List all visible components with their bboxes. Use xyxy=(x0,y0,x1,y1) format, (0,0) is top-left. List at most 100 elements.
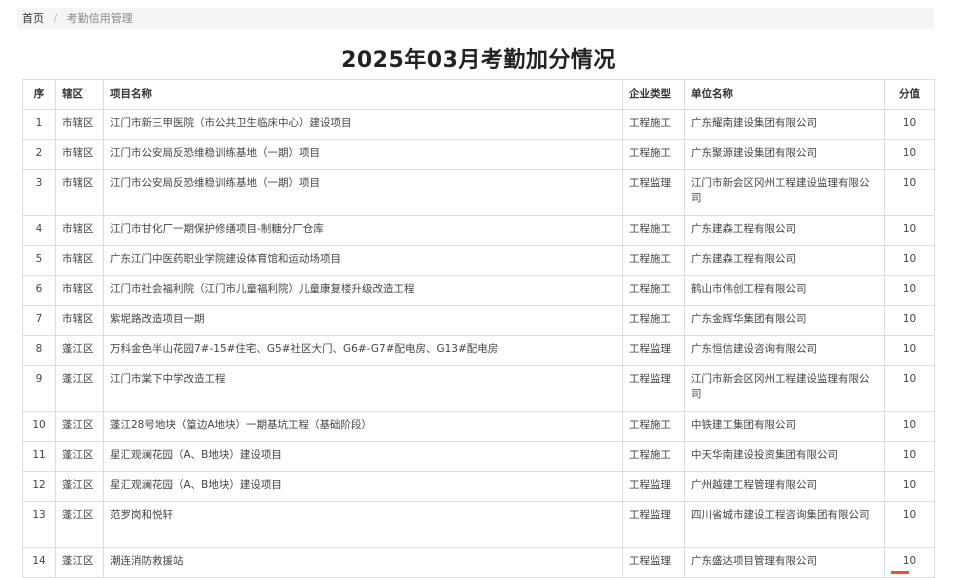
cell-index: 12 xyxy=(23,472,56,502)
cell-index: 6 xyxy=(23,276,56,306)
cell-index: 3 xyxy=(23,170,56,216)
cell-index: 7 xyxy=(23,306,56,336)
cell-company: 江门市新会区冈州工程建设监理有限公司 xyxy=(685,366,885,412)
cell-score: 10 xyxy=(885,472,935,502)
table-row: 9蓬江区江门市棠下中学改造工程工程监理江门市新会区冈州工程建设监理有限公司10 xyxy=(23,366,935,412)
cell-district: 市辖区 xyxy=(56,140,104,170)
cell-score: 10 xyxy=(885,442,935,472)
cell-company: 广州越建工程管理有限公司 xyxy=(685,472,885,502)
cell-company: 广东恒信建设咨询有限公司 xyxy=(685,336,885,366)
cell-project: 江门市公安局反恐维稳训练基地（一期）项目 xyxy=(104,170,623,216)
cell-project: 广东江门中医药职业学院建设体育馆和运动场项目 xyxy=(104,246,623,276)
cell-index: 5 xyxy=(23,246,56,276)
cell-type: 工程施工 xyxy=(623,246,685,276)
cell-company: 鹤山市伟创工程有限公司 xyxy=(685,276,885,306)
table-row: 5市辖区广东江门中医药职业学院建设体育馆和运动场项目工程施工广东建森工程有限公司… xyxy=(23,246,935,276)
cell-district: 蓬江区 xyxy=(56,366,104,412)
table-row: 10蓬江区蓬江28号地块（篁边A地块）一期基坑工程（基础阶段）工程施工中铁建工集… xyxy=(23,412,935,442)
attendance-score-table: 序 辖区 项目名称 企业类型 单位名称 分值 1市辖区江门市新三甲医院（市公共卫… xyxy=(22,79,935,578)
cell-project: 范罗岗和悦轩 xyxy=(104,502,623,548)
cell-project: 江门市甘化厂一期保护修缮项目-制糖分厂仓库 xyxy=(104,216,623,246)
cell-index: 4 xyxy=(23,216,56,246)
cell-project: 江门市公安局反恐维稳训练基地（一期）项目 xyxy=(104,140,623,170)
cell-project: 万科金色半山花园7#-15#住宅、G5#社区大门、G6#-G7#配电房、G13#… xyxy=(104,336,623,366)
cell-score: 10 xyxy=(885,170,935,216)
table-row: 13蓬江区范罗岗和悦轩工程监理四川省城市建设工程咨询集团有限公司10 xyxy=(23,502,935,548)
cell-district: 市辖区 xyxy=(56,110,104,140)
cell-index: 9 xyxy=(23,366,56,412)
header-score: 分值 xyxy=(885,80,935,110)
cell-project: 紫坭路改造项目一期 xyxy=(104,306,623,336)
cell-score: 10 xyxy=(885,110,935,140)
cell-district: 蓬江区 xyxy=(56,336,104,366)
cell-district: 蓬江区 xyxy=(56,442,104,472)
cell-district: 蓬江区 xyxy=(56,412,104,442)
cell-company: 广东建森工程有限公司 xyxy=(685,216,885,246)
header-company: 单位名称 xyxy=(685,80,885,110)
cell-district: 市辖区 xyxy=(56,246,104,276)
cell-score: 10 xyxy=(885,306,935,336)
header-index: 序 xyxy=(23,80,56,110)
cell-district: 市辖区 xyxy=(56,306,104,336)
table-row: 12蓬江区星汇观澜花园（A、B地块）建设项目工程监理广州越建工程管理有限公司10 xyxy=(23,472,935,502)
table-row: 8蓬江区万科金色半山花园7#-15#住宅、G5#社区大门、G6#-G7#配电房、… xyxy=(23,336,935,366)
header-district: 辖区 xyxy=(56,80,104,110)
cell-project: 江门市棠下中学改造工程 xyxy=(104,366,623,412)
cell-score: 10 xyxy=(885,216,935,246)
header-type: 企业类型 xyxy=(623,80,685,110)
cell-score: 10 xyxy=(885,412,935,442)
cell-project: 江门市社会福利院（江门市儿童福利院）儿童康复楼升级改造工程 xyxy=(104,276,623,306)
cell-score: 10 xyxy=(885,140,935,170)
cell-project: 江门市新三甲医院（市公共卫生临床中心）建设项目 xyxy=(104,110,623,140)
cell-type: 工程监理 xyxy=(623,472,685,502)
cell-district: 蓬江区 xyxy=(56,548,104,578)
cell-index: 13 xyxy=(23,502,56,548)
breadcrumb-home-link[interactable]: 首页 xyxy=(22,12,44,25)
cell-score: 10 xyxy=(885,336,935,366)
cell-company: 广东聚源建设集团有限公司 xyxy=(685,140,885,170)
cell-index: 1 xyxy=(23,110,56,140)
cell-district: 蓬江区 xyxy=(56,502,104,548)
table-row: 7市辖区紫坭路改造项目一期工程施工广东金辉华集团有限公司10 xyxy=(23,306,935,336)
table-row: 3市辖区江门市公安局反恐维稳训练基地（一期）项目工程监理江门市新会区冈州工程建设… xyxy=(23,170,935,216)
cell-company: 江门市新会区冈州工程建设监理有限公司 xyxy=(685,170,885,216)
cell-score: 10 xyxy=(885,276,935,306)
table-row: 4市辖区江门市甘化厂一期保护修缮项目-制糖分厂仓库工程施工广东建森工程有限公司1… xyxy=(23,216,935,246)
cell-index: 8 xyxy=(23,336,56,366)
cell-type: 工程施工 xyxy=(623,216,685,246)
cell-district: 市辖区 xyxy=(56,170,104,216)
cell-project: 蓬江28号地块（篁边A地块）一期基坑工程（基础阶段） xyxy=(104,412,623,442)
cell-project: 星汇观澜花园（A、B地块）建设项目 xyxy=(104,472,623,502)
cell-company: 中铁建工集团有限公司 xyxy=(685,412,885,442)
cell-type: 工程监理 xyxy=(623,336,685,366)
cell-type: 工程施工 xyxy=(623,140,685,170)
cell-company: 广东建森工程有限公司 xyxy=(685,246,885,276)
cell-company: 中天华南建设投资集团有限公司 xyxy=(685,442,885,472)
cell-district: 蓬江区 xyxy=(56,472,104,502)
table-header-row: 序 辖区 项目名称 企业类型 单位名称 分值 xyxy=(23,80,935,110)
page-title: 2025年03月考勤加分情况 xyxy=(0,42,957,74)
cell-type: 工程监理 xyxy=(623,366,685,412)
cell-district: 市辖区 xyxy=(56,216,104,246)
cell-index: 10 xyxy=(23,412,56,442)
table-row: 1市辖区江门市新三甲医院（市公共卫生临床中心）建设项目工程施工广东耀南建设集团有… xyxy=(23,110,935,140)
cell-company: 广东耀南建设集团有限公司 xyxy=(685,110,885,140)
cell-type: 工程施工 xyxy=(623,276,685,306)
cell-score: 10 xyxy=(885,366,935,412)
breadcrumb: 首页 / 考勤信用管理 xyxy=(17,8,934,29)
cell-index: 11 xyxy=(23,442,56,472)
cell-company: 广东盛达项目管理有限公司 xyxy=(685,548,885,578)
breadcrumb-separator: / xyxy=(54,12,58,25)
cell-score: 10 xyxy=(885,502,935,548)
table-row: 14蓬江区潮连消防救援站工程监理广东盛达项目管理有限公司10 xyxy=(23,548,935,578)
cell-company: 广东金辉华集团有限公司 xyxy=(685,306,885,336)
cell-type: 工程监理 xyxy=(623,502,685,548)
table-row: 11蓬江区星汇观澜花园（A、B地块）建设项目工程施工中天华南建设投资集团有限公司… xyxy=(23,442,935,472)
table-row: 2市辖区江门市公安局反恐维稳训练基地（一期）项目工程施工广东聚源建设集团有限公司… xyxy=(23,140,935,170)
cell-score: 10 xyxy=(885,246,935,276)
cell-type: 工程施工 xyxy=(623,442,685,472)
cell-district: 市辖区 xyxy=(56,276,104,306)
cell-type: 工程施工 xyxy=(623,412,685,442)
cell-type: 工程施工 xyxy=(623,110,685,140)
cell-index: 2 xyxy=(23,140,56,170)
